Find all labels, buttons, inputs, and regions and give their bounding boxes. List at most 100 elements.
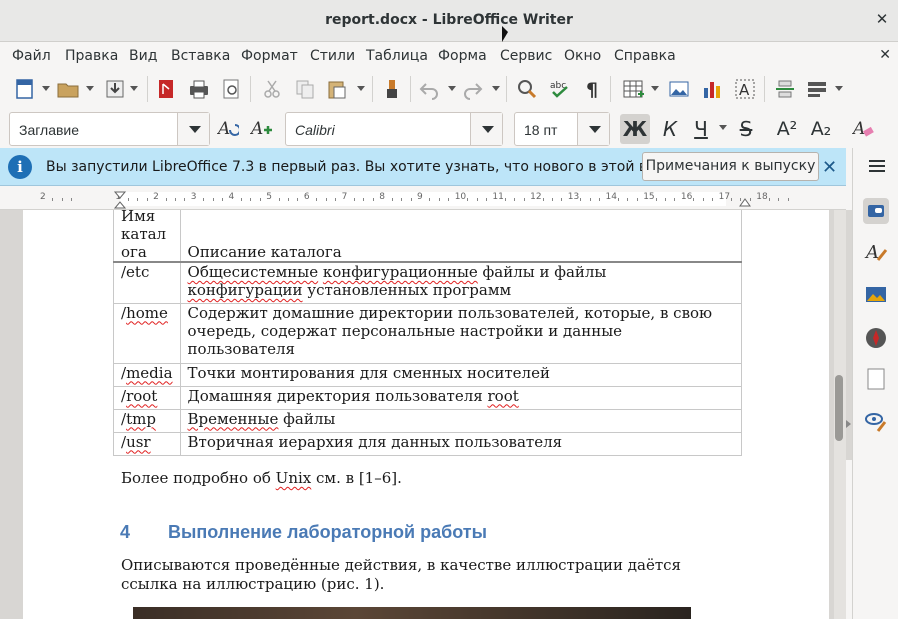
formatting-marks-icon[interactable]: ¶ bbox=[582, 78, 604, 100]
paragraph-style-combo[interactable]: Заглавие bbox=[9, 112, 210, 146]
table-cell[interactable]: /usr bbox=[113, 431, 181, 456]
undo-dropdown-icon[interactable] bbox=[448, 86, 456, 91]
font-size-combo[interactable]: 18 пт bbox=[514, 112, 610, 146]
unix-reference-paragraph[interactable]: Более подробно об Unix см. в [1–6]. bbox=[121, 469, 402, 487]
window-close-button[interactable]: ✕ bbox=[874, 11, 890, 27]
update-style-icon[interactable]: A bbox=[217, 117, 239, 139]
paragraph-style-dropdown[interactable] bbox=[177, 113, 209, 145]
ruler-number: 2 bbox=[40, 192, 46, 202]
clone-formatting-icon[interactable] bbox=[381, 78, 403, 100]
table-header-cell[interactable]: Имя катал ога bbox=[113, 210, 181, 263]
export-pdf-icon[interactable] bbox=[155, 78, 177, 100]
redo-icon[interactable] bbox=[462, 78, 484, 100]
table-cell[interactable]: /root bbox=[113, 385, 181, 410]
table-cell[interactable]: Вторичная иерархия для данных пользовате… bbox=[179, 431, 742, 456]
work-paragraph-line[interactable]: ссылка на иллюстрацию (рис. 1). bbox=[121, 575, 384, 593]
undo-icon[interactable] bbox=[418, 78, 440, 100]
menu-format[interactable]: Формат bbox=[241, 48, 298, 64]
save-dropdown-icon[interactable] bbox=[130, 86, 138, 91]
indent-marker-icon[interactable] bbox=[114, 191, 126, 209]
document-page[interactable]: Имя катал ога Описание каталога /etc Общ… bbox=[23, 210, 829, 619]
table-cell[interactable]: Общесистемные конфигурационные файлы и ф… bbox=[179, 261, 742, 304]
underline-button[interactable]: Ч bbox=[686, 114, 716, 144]
paste-dropdown-icon[interactable] bbox=[357, 86, 365, 91]
menu-insert[interactable]: Вставка bbox=[171, 48, 230, 64]
close-infobar-icon[interactable]: ✕ bbox=[822, 157, 837, 178]
menu-styles[interactable]: Стили bbox=[310, 48, 355, 64]
release-notes-button[interactable]: Примечания к выпуску bbox=[642, 152, 819, 181]
directory-table[interactable]: Имя катал ога Описание каталога /etc Общ… bbox=[113, 210, 742, 456]
spelling-icon[interactable]: abc bbox=[549, 78, 571, 100]
insert-table-dropdown-icon[interactable] bbox=[651, 86, 659, 91]
font-name-dropdown[interactable] bbox=[470, 113, 502, 145]
menu-file[interactable]: Файл bbox=[12, 48, 51, 64]
paste-icon[interactable] bbox=[326, 78, 348, 100]
work-paragraph-line[interactable]: Описываются проведённые действия, в каче… bbox=[121, 556, 681, 574]
table-header-cell[interactable]: Описание каталога bbox=[179, 210, 742, 263]
cut-icon[interactable] bbox=[261, 78, 283, 100]
save-icon[interactable] bbox=[104, 78, 126, 100]
new-style-icon[interactable]: A bbox=[250, 117, 272, 139]
italic-button[interactable]: К bbox=[655, 114, 685, 144]
collapse-arrow-icon[interactable] bbox=[846, 420, 851, 428]
table-cell[interactable]: /etc bbox=[113, 261, 181, 304]
styles-icon[interactable]: A bbox=[863, 238, 889, 264]
menu-edit[interactable]: Правка bbox=[65, 48, 118, 64]
insert-chart-icon[interactable] bbox=[701, 78, 723, 100]
table-cell[interactable]: /media bbox=[113, 362, 181, 387]
vertical-scrollbar[interactable] bbox=[834, 210, 846, 619]
bold-button[interactable]: Ж bbox=[620, 114, 650, 144]
insert-textbox-icon[interactable]: A bbox=[734, 78, 756, 100]
new-document-icon[interactable] bbox=[14, 78, 36, 100]
menu-view[interactable]: Вид bbox=[129, 48, 157, 64]
table-cell[interactable]: Домашняя директория пользователя root bbox=[179, 385, 742, 410]
superscript-button[interactable]: A² bbox=[772, 114, 802, 144]
section-heading[interactable]: 4 Выполнение лабораторной работы bbox=[120, 522, 487, 543]
strikethrough-button[interactable]: S bbox=[731, 114, 761, 144]
right-indent-marker-icon[interactable] bbox=[739, 198, 751, 207]
font-size-dropdown[interactable] bbox=[577, 113, 609, 145]
svg-text:A: A bbox=[852, 119, 865, 139]
insert-field-dropdown-icon[interactable] bbox=[835, 86, 843, 91]
print-icon[interactable] bbox=[188, 78, 210, 100]
page-icon[interactable] bbox=[863, 366, 889, 392]
open-folder-icon[interactable] bbox=[57, 78, 79, 100]
find-replace-icon[interactable] bbox=[516, 78, 538, 100]
ruler-tick bbox=[354, 198, 356, 201]
table-cell[interactable]: Точки монтирования для сменных носителей bbox=[179, 362, 742, 387]
menu-window[interactable]: Окно bbox=[564, 48, 601, 64]
subscript-button[interactable]: A₂ bbox=[806, 114, 836, 144]
horizontal-ruler[interactable]: 2 1 2 3 4 5 6 7 8 9 10 11 12 13 14 15 16 17 18 bbox=[0, 188, 846, 210]
insert-table-icon[interactable] bbox=[622, 78, 644, 100]
menu-form[interactable]: Форма bbox=[438, 48, 487, 64]
table-cell[interactable]: Содержит домашние директории пользовател… bbox=[179, 302, 742, 364]
print-preview-icon[interactable] bbox=[220, 78, 242, 100]
menu-table[interactable]: Таблица bbox=[366, 48, 428, 64]
gallery-icon[interactable] bbox=[863, 281, 889, 307]
insert-page-break-icon[interactable] bbox=[774, 78, 796, 100]
navigator-icon[interactable] bbox=[863, 325, 889, 351]
underline-dropdown-icon[interactable] bbox=[719, 125, 727, 130]
table-cell[interactable]: /home bbox=[113, 302, 181, 364]
font-name-combo[interactable]: Calibri bbox=[285, 112, 503, 146]
sidebar-menu-icon[interactable] bbox=[869, 160, 885, 162]
clear-formatting-icon[interactable]: A bbox=[852, 117, 874, 139]
close-document-icon[interactable]: ✕ bbox=[879, 47, 891, 63]
insert-image-icon[interactable] bbox=[668, 78, 690, 100]
ruler-tick bbox=[325, 198, 327, 201]
scrollbar-thumb[interactable] bbox=[835, 375, 843, 441]
figure-image[interactable] bbox=[133, 607, 691, 619]
insert-field-icon[interactable] bbox=[806, 78, 828, 100]
menu-help[interactable]: Справка bbox=[614, 48, 676, 64]
menu-tools[interactable]: Сервис bbox=[500, 48, 552, 64]
table-header-row: Имя катал ога Описание каталога bbox=[113, 210, 742, 263]
copy-icon[interactable] bbox=[294, 78, 316, 100]
redo-dropdown-icon[interactable] bbox=[492, 86, 500, 91]
style-inspector-icon[interactable] bbox=[863, 408, 889, 434]
table-cell[interactable]: Временные файлы bbox=[179, 408, 742, 433]
document-area: Имя катал ога Описание каталога /etc Общ… bbox=[0, 210, 846, 619]
table-cell[interactable]: /tmp bbox=[113, 408, 181, 433]
new-dropdown-icon[interactable] bbox=[42, 86, 50, 91]
open-dropdown-icon[interactable] bbox=[86, 86, 94, 91]
properties-icon[interactable] bbox=[863, 198, 889, 224]
